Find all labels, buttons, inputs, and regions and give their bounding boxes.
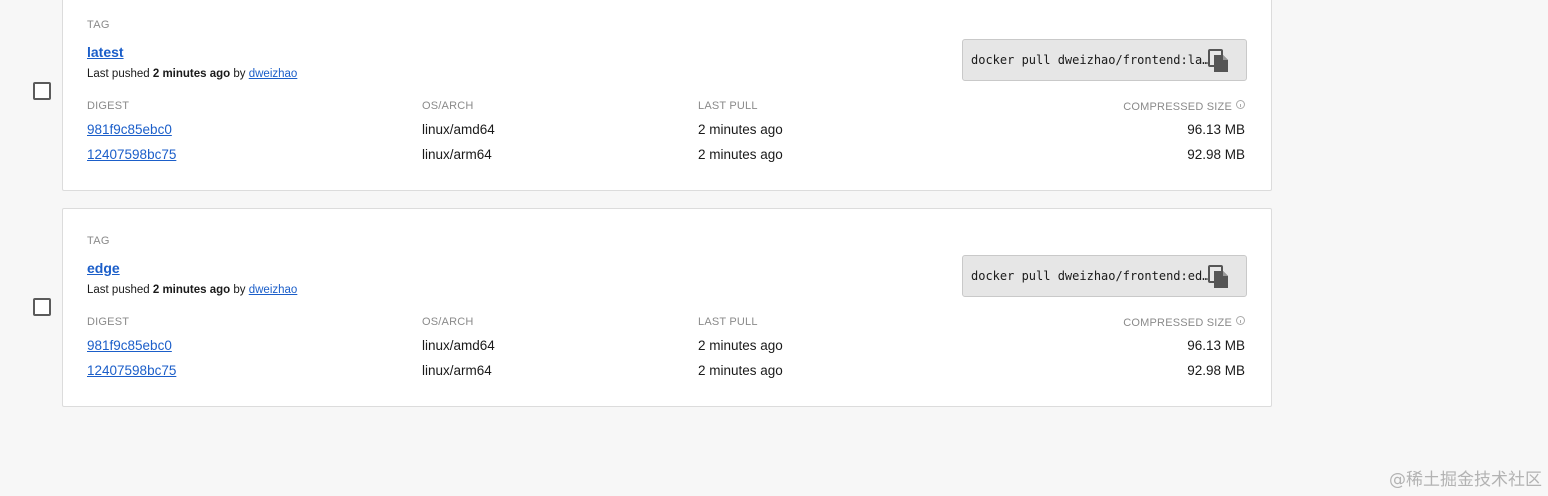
pushed-prefix: Last pushed xyxy=(87,68,153,80)
tag-select-checkbox[interactable] xyxy=(33,82,51,100)
tag-name-link[interactable]: edge xyxy=(87,260,120,276)
copy-icon[interactable] xyxy=(1208,265,1230,289)
os-arch-header: OS/ARCH xyxy=(422,100,474,112)
pull-command-box: docker pull dweizhao/frontend:edge xyxy=(962,255,1247,297)
os-arch-value: linux/arm64 xyxy=(422,147,492,162)
last-pushed-info: Last pushed 2 minutes ago by dweizhao xyxy=(87,68,297,80)
digest-link[interactable]: 981f9c85ebc0 xyxy=(87,122,172,137)
pull-command-text: docker pull dweizhao/frontend:edge xyxy=(971,269,1211,283)
digest-link[interactable]: 12407598bc75 xyxy=(87,147,176,162)
last-pull-value: 2 minutes ago xyxy=(698,122,783,137)
tag-card: TAG latest Last pushed 2 minutes ago by … xyxy=(62,0,1272,191)
pushed-prefix: Last pushed xyxy=(87,284,153,296)
compressed-size-header: COMPRESSED SIZE xyxy=(1123,100,1245,113)
compressed-size-label: COMPRESSED SIZE xyxy=(1123,101,1232,113)
compressed-size-label: COMPRESSED SIZE xyxy=(1123,317,1232,329)
size-value: 96.13 MB xyxy=(1187,122,1245,137)
os-arch-value: linux/arm64 xyxy=(422,363,492,378)
watermark: @稀土掘金技术社区 xyxy=(1389,470,1542,490)
info-icon[interactable] xyxy=(1236,100,1245,109)
pushed-time: 2 minutes ago xyxy=(152,284,231,296)
info-icon[interactable] xyxy=(1236,316,1245,325)
pushed-by-user-link[interactable]: dweizhao xyxy=(249,68,298,80)
size-value: 92.98 MB xyxy=(1187,363,1245,378)
os-arch-header: OS/ARCH xyxy=(422,316,474,328)
pushed-by-word: by xyxy=(230,68,249,80)
last-pull-header: LAST PULL xyxy=(698,316,758,328)
size-value: 96.13 MB xyxy=(1187,338,1245,353)
pushed-by-word: by xyxy=(230,284,249,296)
size-value: 92.98 MB xyxy=(1187,147,1245,162)
compressed-size-header: COMPRESSED SIZE xyxy=(1123,316,1245,329)
digest-link[interactable]: 981f9c85ebc0 xyxy=(87,338,172,353)
copy-icon[interactable] xyxy=(1208,49,1230,73)
pushed-by-user-link[interactable]: dweizhao xyxy=(249,284,298,296)
pull-command-box: docker pull dweizhao/frontend:latest xyxy=(962,39,1247,81)
tag-card: TAG edge Last pushed 2 minutes ago by dw… xyxy=(62,208,1272,407)
tag-section-label: TAG xyxy=(87,19,110,31)
tag-name-link[interactable]: latest xyxy=(87,44,124,60)
pushed-time: 2 minutes ago xyxy=(152,68,231,80)
tag-select-checkbox[interactable] xyxy=(33,298,51,316)
last-pull-value: 2 minutes ago xyxy=(698,338,783,353)
last-pull-value: 2 minutes ago xyxy=(698,363,783,378)
os-arch-value: linux/amd64 xyxy=(422,338,495,353)
pull-command-text: docker pull dweizhao/frontend:latest xyxy=(971,53,1211,67)
last-pushed-info: Last pushed 2 minutes ago by dweizhao xyxy=(87,284,297,296)
last-pull-value: 2 minutes ago xyxy=(698,147,783,162)
digest-header: DIGEST xyxy=(87,100,130,112)
os-arch-value: linux/amd64 xyxy=(422,122,495,137)
digest-link[interactable]: 12407598bc75 xyxy=(87,363,176,378)
tag-section-label: TAG xyxy=(87,235,110,247)
last-pull-header: LAST PULL xyxy=(698,100,758,112)
digest-header: DIGEST xyxy=(87,316,130,328)
